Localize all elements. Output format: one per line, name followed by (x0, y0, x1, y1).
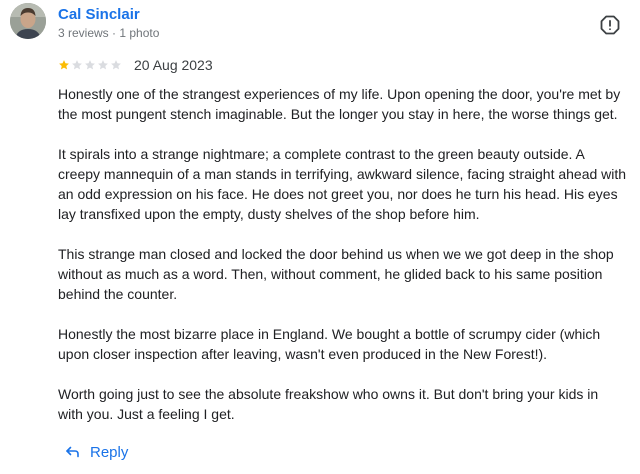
report-button[interactable] (598, 13, 622, 37)
star-empty-icon (85, 60, 95, 70)
star-empty-icon (72, 60, 82, 70)
rating-row: 20 Aug 2023 (58, 56, 213, 74)
review-paragraph: Worth going just to see the absolute fre… (58, 386, 599, 422)
star-empty-icon (111, 60, 121, 70)
author-meta: 3 reviews · 1 photo (58, 26, 160, 40)
star-empty-icon (98, 60, 108, 70)
avatar-photo (10, 3, 46, 39)
review-paragraph: Honestly one of the strangest experience… (58, 86, 621, 122)
reply-button[interactable]: Reply (64, 440, 128, 464)
review-paragraph: This strange man closed and locked the d… (58, 246, 614, 302)
report-icon (600, 15, 620, 35)
review-paragraph: Honestly the most bizarre place in Engla… (58, 326, 601, 362)
review-paragraph: It spirals into a strange nightmare; a c… (58, 146, 627, 222)
avatar[interactable] (10, 3, 46, 39)
reply-label: Reply (90, 443, 129, 461)
author-name[interactable]: Cal Sinclair (58, 6, 140, 23)
star-filled-icon (59, 60, 69, 70)
reply-arrow-icon (66, 446, 79, 458)
review-date: 20 Aug 2023 (134, 57, 213, 73)
review-text: Honestly one of the strangest experience… (58, 84, 634, 444)
star-rating (58, 59, 122, 71)
